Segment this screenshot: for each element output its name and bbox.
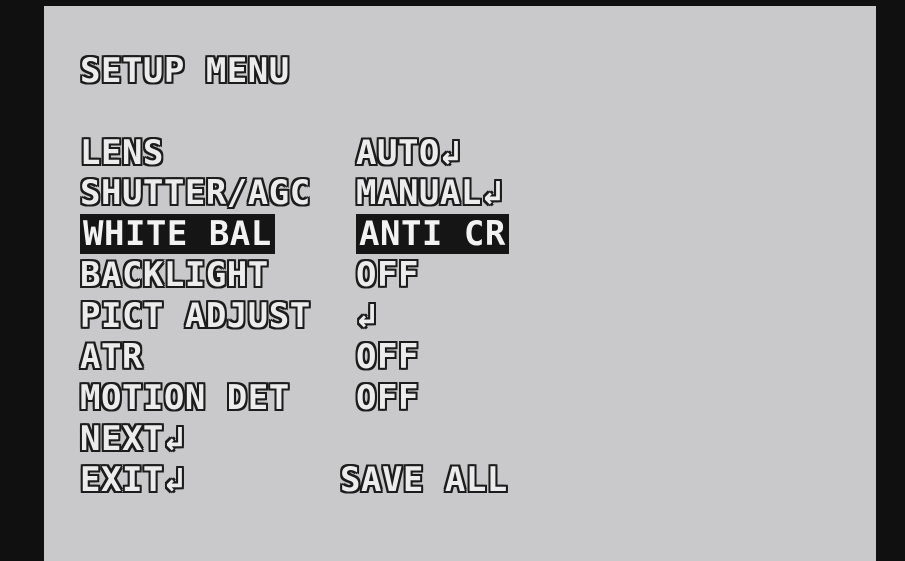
menu-item-backlight[interactable]: BACKLIGHT: [80, 258, 269, 292]
menu-value-lens[interactable]: AUTO↲: [356, 136, 461, 170]
menu-title: SETUP MENU: [80, 51, 290, 91]
menu-value-shutter-agc[interactable]: MANUAL↲: [356, 176, 503, 210]
menu-item-lens[interactable]: LENS: [80, 136, 164, 170]
menu-item-exit[interactable]: EXIT↲: [80, 463, 185, 497]
menu-item-next[interactable]: NEXT↲: [80, 422, 185, 456]
menu-value-save-all[interactable]: SAVE ALL: [340, 463, 508, 497]
menu-item-shutter-agc[interactable]: SHUTTER/AGC: [80, 176, 311, 210]
menu-value-atr[interactable]: OFF: [356, 340, 419, 374]
menu-item-pict-adjust[interactable]: PICT ADJUST: [80, 299, 311, 333]
menu-value-backlight[interactable]: OFF: [356, 258, 419, 292]
menu-value-motion-det[interactable]: OFF: [356, 381, 419, 415]
menu-item-white-bal[interactable]: WHITE BAL: [80, 214, 275, 254]
menu-value-pict-adjust[interactable]: ↲: [356, 299, 377, 333]
menu-item-atr[interactable]: ATR: [80, 340, 143, 374]
osd-screen: SETUP MENU LENS AUTO↲ SHUTTER/AGC MANUAL…: [44, 6, 876, 561]
menu-value-white-bal[interactable]: ANTI CR: [356, 214, 509, 254]
menu-item-motion-det[interactable]: MOTION DET: [80, 381, 290, 415]
